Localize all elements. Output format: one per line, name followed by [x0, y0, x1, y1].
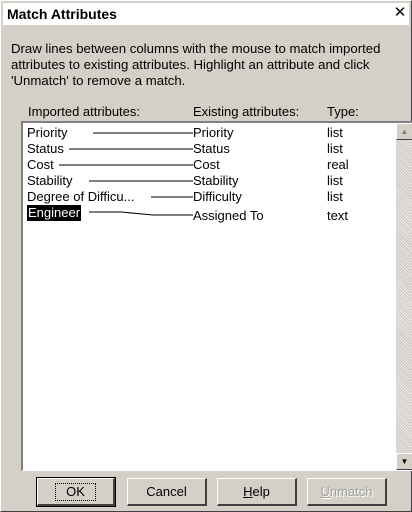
list-item[interactable]: Status Status list: [23, 141, 395, 157]
existing-attributes-header: Existing attributes:: [193, 104, 300, 119]
attribute-type: list: [327, 141, 343, 156]
cancel-button[interactable]: Cancel: [127, 478, 207, 506]
existing-attribute[interactable]: Stability: [193, 173, 239, 189]
imported-attribute[interactable]: Degree of Difficu...: [27, 189, 134, 205]
attribute-type: real: [327, 157, 349, 172]
list-item[interactable]: Stability Stability list: [23, 173, 395, 189]
attribute-match-list[interactable]: Priority Priority list Status Status lis…: [21, 121, 412, 471]
scroll-down-icon[interactable]: ▼: [396, 453, 412, 470]
imported-attributes-header: Imported attributes:: [28, 104, 140, 119]
list-item[interactable]: Degree of Difficu... Difficulty list: [23, 189, 395, 205]
imported-attribute-selected[interactable]: Engineer: [27, 205, 82, 221]
unmatch-label-rest: nmatch: [329, 484, 373, 499]
instructions-text: Draw lines between columns with the mous…: [11, 41, 381, 88]
list-item-selected[interactable]: Engineer Assigned To text: [23, 205, 395, 224]
existing-attribute[interactable]: Difficulty: [193, 189, 242, 205]
attribute-type: list: [327, 125, 343, 140]
unmatch-button[interactable]: Unmatch: [307, 478, 387, 506]
list-item[interactable]: Cost Cost real: [23, 157, 395, 173]
title-bar[interactable]: Match Attributes ✕: [3, 3, 409, 25]
help-button[interactable]: Help: [217, 478, 297, 506]
ok-button-label: OK: [55, 483, 96, 501]
ok-button[interactable]: OK: [36, 477, 116, 507]
scroll-up-icon[interactable]: ▲: [396, 123, 412, 140]
dialog-title: Match Attributes: [7, 6, 117, 22]
list-item[interactable]: Priority Priority list: [23, 125, 395, 141]
close-icon[interactable]: ✕: [391, 5, 409, 21]
imported-attribute[interactable]: Cost: [27, 157, 54, 173]
existing-attribute[interactable]: Status: [193, 141, 230, 157]
unmatch-hotkey: U: [320, 484, 330, 499]
imported-attribute[interactable]: Priority: [27, 125, 67, 141]
type-header: Type:: [327, 104, 359, 119]
attribute-type: list: [327, 173, 343, 188]
imported-attribute[interactable]: Stability: [27, 173, 73, 189]
match-attributes-dialog: Match Attributes ✕ Draw lines between co…: [0, 0, 412, 512]
attribute-type: text: [327, 208, 348, 223]
help-hotkey: H: [243, 484, 253, 499]
imported-attribute[interactable]: Status: [27, 141, 64, 157]
existing-attribute[interactable]: Cost: [193, 157, 220, 173]
attribute-type: list: [327, 189, 343, 204]
help-label-rest: elp: [252, 484, 270, 499]
existing-attribute[interactable]: Priority: [193, 125, 233, 141]
vertical-scrollbar[interactable]: ▲ ▼: [396, 123, 412, 470]
existing-attribute[interactable]: Assigned To: [193, 208, 264, 224]
